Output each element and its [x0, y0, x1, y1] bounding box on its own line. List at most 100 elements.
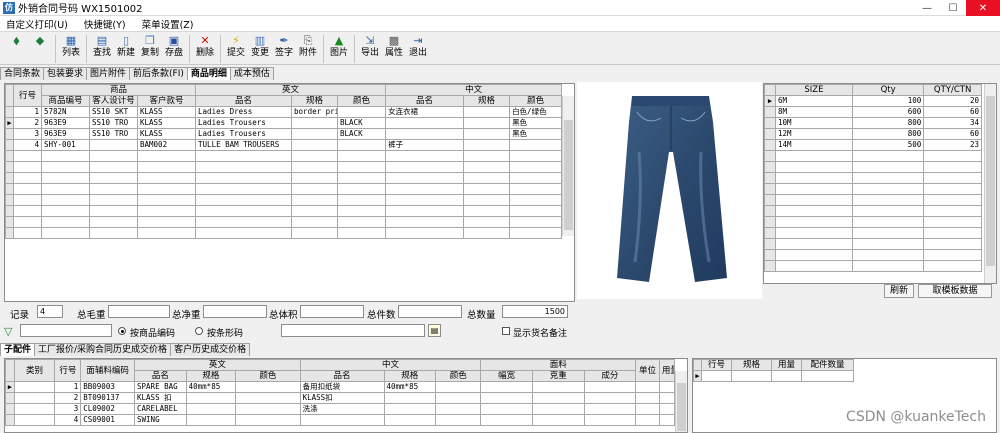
- scrollbar-thumb[interactable]: [564, 120, 573, 230]
- column-header[interactable]: 客人设计号: [89, 95, 138, 107]
- table-cell[interactable]: [583, 403, 637, 415]
- table-cell[interactable]: [291, 205, 339, 217]
- table-cell[interactable]: BLACK: [337, 117, 387, 129]
- table-row[interactable]: 8M 600 60: [764, 106, 982, 118]
- table-cell[interactable]: [801, 370, 854, 382]
- table-cell[interactable]: [463, 150, 511, 162]
- table-cell[interactable]: [923, 260, 982, 272]
- table-row[interactable]: [764, 161, 982, 173]
- table-cell[interactable]: [291, 139, 339, 151]
- table-cell[interactable]: [41, 150, 90, 162]
- column-header[interactable]: 克重: [531, 370, 585, 382]
- table-row[interactable]: [5, 150, 563, 162]
- table-cell[interactable]: [509, 161, 563, 173]
- net-weight-field[interactable]: [203, 305, 267, 318]
- table-cell[interactable]: [531, 403, 585, 415]
- radio-by-product-code[interactable]: [118, 327, 126, 335]
- copy-button[interactable]: ❐ 复制: [139, 34, 161, 59]
- table-cell[interactable]: [851, 238, 925, 250]
- table-cell[interactable]: [41, 161, 90, 173]
- table-cell[interactable]: [923, 150, 982, 162]
- table-cell[interactable]: [385, 128, 465, 140]
- delete-button[interactable]: ✕ 删除: [194, 34, 216, 59]
- table-cell[interactable]: [463, 161, 511, 173]
- table-row[interactable]: 1 5782N SS10 SKT KLASS Ladies Dress border pr…: [5, 106, 563, 118]
- export-button[interactable]: ⇲ 导出: [359, 34, 381, 59]
- table-cell[interactable]: [851, 194, 925, 206]
- table-cell[interactable]: [185, 403, 237, 415]
- table-row[interactable]: 10M 800 34: [764, 117, 982, 129]
- table-cell[interactable]: [41, 194, 90, 206]
- table-cell[interactable]: 白色/绿色: [509, 106, 563, 118]
- table-cell[interactable]: [89, 150, 138, 162]
- tab-0[interactable]: 合同条款: [0, 67, 45, 80]
- table-cell[interactable]: [851, 183, 925, 195]
- table-cell[interactable]: 963E9: [41, 117, 90, 129]
- column-header[interactable]: 用量: [771, 359, 802, 371]
- table-cell[interactable]: [89, 216, 138, 228]
- table-cell[interactable]: [463, 106, 511, 118]
- size-vertical-scrollbar[interactable]: [984, 84, 996, 283]
- table-cell[interactable]: [583, 381, 637, 393]
- table-row[interactable]: [764, 238, 982, 250]
- table-cell[interactable]: SS10 TRO: [89, 128, 138, 140]
- table-cell[interactable]: [509, 227, 563, 239]
- table-cell[interactable]: [195, 227, 293, 239]
- table-cell[interactable]: 500: [851, 139, 925, 151]
- table-cell[interactable]: [235, 403, 301, 415]
- table-cell[interactable]: [136, 183, 197, 195]
- table-row[interactable]: [764, 194, 982, 206]
- table-cell[interactable]: 34: [923, 117, 982, 129]
- table-cell[interactable]: [291, 183, 339, 195]
- type-cell[interactable]: [13, 381, 56, 393]
- table-cell[interactable]: [291, 150, 339, 162]
- table-cell[interactable]: [337, 216, 387, 228]
- table-row[interactable]: [5, 194, 563, 206]
- column-header[interactable]: 行号: [701, 359, 732, 371]
- table-cell[interactable]: [774, 150, 853, 162]
- table-cell[interactable]: [774, 260, 853, 272]
- table-cell[interactable]: [923, 249, 982, 261]
- table-cell[interactable]: [385, 183, 465, 195]
- properties-button[interactable]: ▩ 属性: [383, 34, 405, 59]
- table-cell[interactable]: [774, 161, 853, 173]
- table-cell[interactable]: [235, 381, 301, 393]
- table-row[interactable]: ▶ 1 BB09003 SPARE BAG 40mm*85 备用扣纸袋 40mm*85: [5, 381, 676, 393]
- column-header[interactable]: 颜色: [235, 370, 301, 382]
- tab-3[interactable]: 前后条款(FI): [129, 67, 188, 80]
- table-cell[interactable]: 6M: [774, 95, 853, 107]
- table-row[interactable]: [764, 249, 982, 261]
- table-cell[interactable]: [435, 392, 482, 404]
- refresh-button[interactable]: 刷新: [884, 284, 914, 298]
- table-cell[interactable]: [136, 161, 197, 173]
- table-cell[interactable]: Ladies Trousers: [195, 128, 293, 140]
- table-cell[interactable]: [851, 227, 925, 239]
- column-header[interactable]: 品名: [385, 95, 465, 107]
- table-cell[interactable]: [771, 370, 802, 382]
- column-header[interactable]: 规格: [185, 370, 237, 382]
- table-cell[interactable]: [385, 172, 465, 184]
- table-cell[interactable]: [195, 161, 293, 173]
- table-cell[interactable]: [136, 194, 197, 206]
- table-cell[interactable]: 100: [851, 95, 925, 107]
- table-cell[interactable]: BLACK: [337, 128, 387, 140]
- table-cell[interactable]: [774, 205, 853, 217]
- table-cell[interactable]: [136, 172, 197, 184]
- table-cell[interactable]: [774, 172, 853, 184]
- table-cell[interactable]: [851, 161, 925, 173]
- table-cell[interactable]: [89, 172, 138, 184]
- filter-icon[interactable]: ▽: [4, 325, 12, 338]
- table-cell[interactable]: [923, 172, 982, 184]
- minimize-icon[interactable]: —: [914, 0, 940, 16]
- scrollbar-thumb[interactable]: [986, 96, 995, 266]
- column-header[interactable]: 规格: [383, 370, 437, 382]
- table-cell[interactable]: 黑色: [509, 117, 563, 129]
- table-cell[interactable]: KLASS扣: [299, 392, 385, 404]
- table-cell[interactable]: Ladies Dress: [195, 106, 293, 118]
- table-cell[interactable]: 23: [923, 139, 982, 151]
- open-document-icon[interactable]: ▤: [428, 324, 441, 337]
- table-cell[interactable]: [136, 150, 197, 162]
- tab-4[interactable]: 商品明细: [186, 67, 231, 80]
- table-cell[interactable]: [851, 172, 925, 184]
- column-header[interactable]: 颜色: [509, 95, 563, 107]
